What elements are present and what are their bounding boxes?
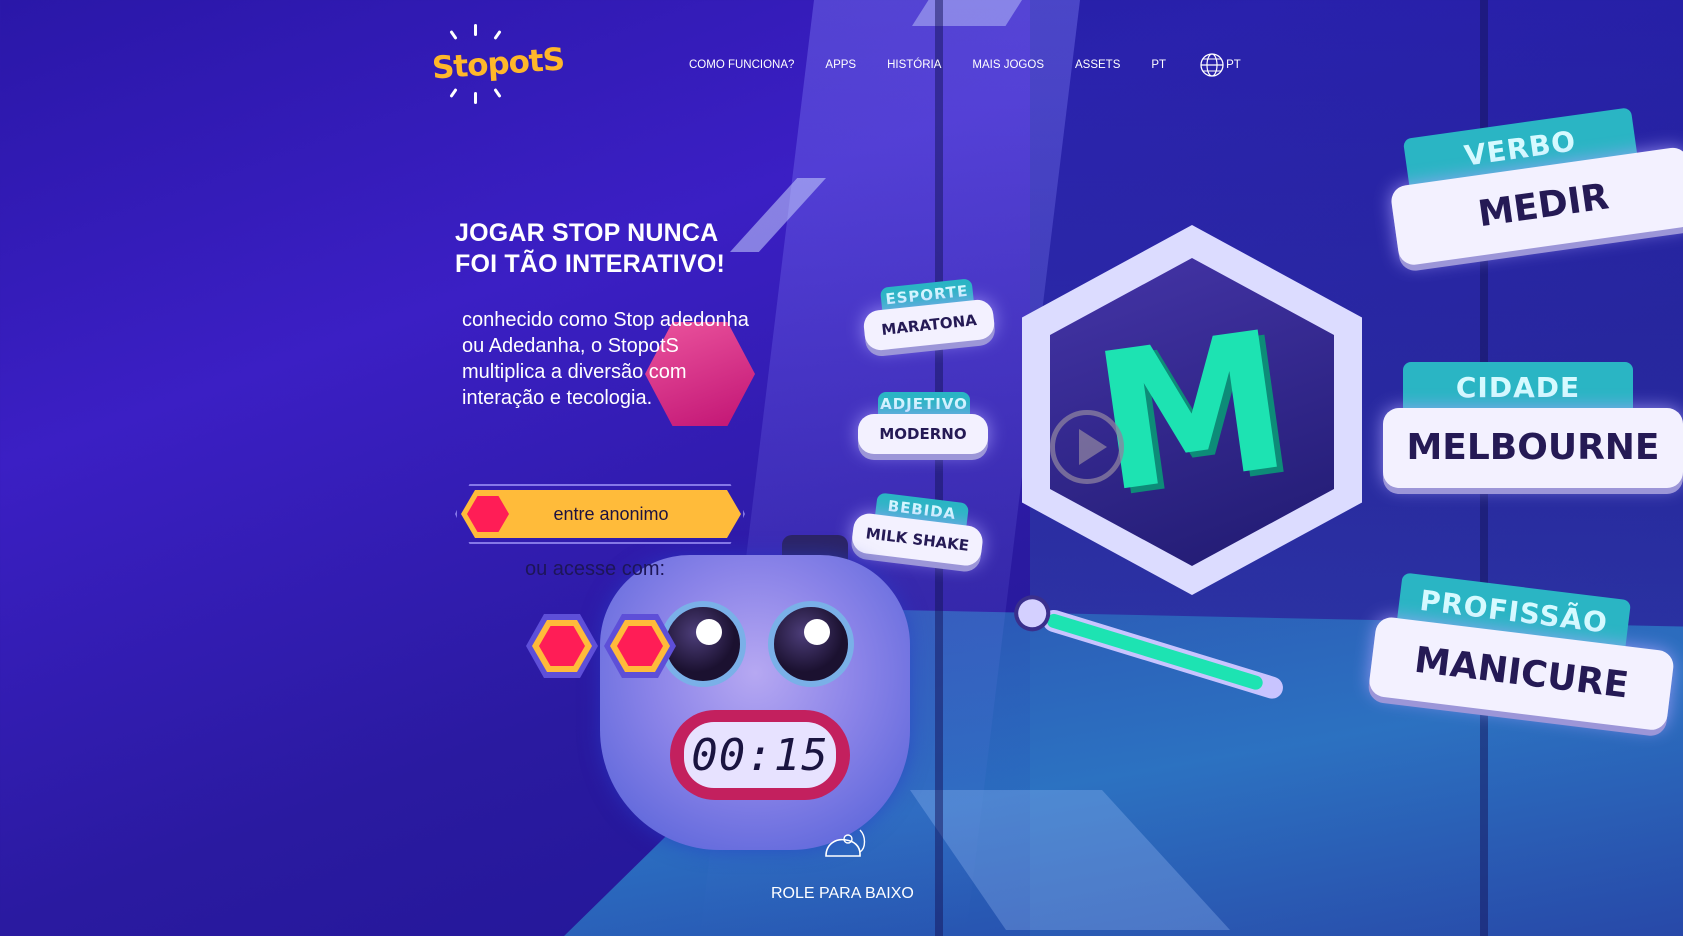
enter-anonymous-button[interactable]: entre anonimo — [455, 484, 745, 544]
stopots-logo[interactable]: StopotS — [428, 24, 565, 104]
category-answer: MODERNO — [858, 414, 988, 454]
light-beam — [912, 0, 1022, 26]
logo-ray — [449, 30, 458, 40]
headline-line: FOI TÃO INTERATIVO! — [455, 250, 725, 278]
nav-historia[interactable]: HISTÓRIA — [887, 59, 941, 71]
robot-body — [600, 555, 910, 850]
nav-mais-jogos[interactable]: MAIS JOGOS — [972, 59, 1044, 71]
nav-pt[interactable]: PT — [1151, 59, 1166, 71]
round-letter: M — [1082, 289, 1301, 535]
nav-assets[interactable]: ASSETS — [1075, 59, 1120, 71]
logo-ray — [474, 24, 477, 36]
hero-headline: JOGAR STOP NUNCA FOI TÃO INTERATIVO! — [455, 218, 725, 280]
category-label: CIDADE — [1403, 362, 1633, 414]
headline-line: JOGAR STOP NUNCA — [455, 219, 719, 247]
logo-ray — [493, 88, 502, 98]
logo-ray — [474, 92, 477, 104]
language-label: PT — [1226, 59, 1241, 71]
nav-como-funciona[interactable]: COMO FUNCIONA? — [689, 59, 794, 71]
timer-robot: 00:15 — [600, 535, 910, 850]
logo-ray — [493, 30, 502, 40]
language-selector[interactable]: PT — [1199, 52, 1241, 78]
category-answer: MELBOURNE — [1383, 408, 1683, 488]
globe-icon — [1200, 53, 1224, 77]
logo-ray — [449, 88, 458, 98]
hero-intro: conhecido como Stop adedonha ou Adedanha… — [462, 309, 749, 409]
scene-column — [935, 0, 943, 936]
robot-eye — [768, 601, 854, 687]
category-label: ADJETIVO — [878, 392, 970, 416]
play-video-button[interactable] — [1050, 410, 1124, 484]
robot-timer-display: 00:15 — [684, 722, 836, 788]
nav-apps[interactable]: APPS — [825, 59, 856, 71]
main-nav: COMO FUNCIONA? APPS HISTÓRIA MAIS JOGOS … — [689, 52, 1241, 78]
social-login-caption: ou acesse com: — [525, 558, 666, 580]
scroll-down-label[interactable]: ROLE PARA BAIXO — [771, 885, 914, 903]
mouse-icon — [825, 829, 866, 857]
